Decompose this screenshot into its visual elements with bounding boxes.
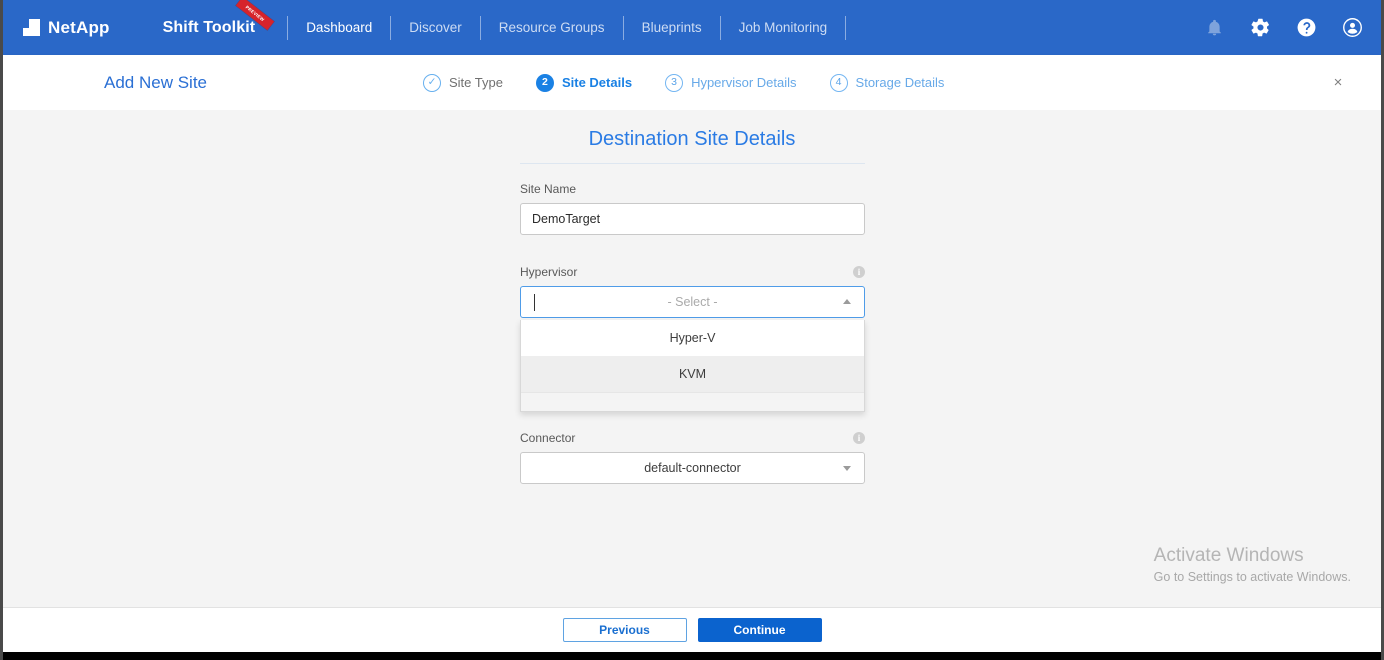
netapp-wordmark: NetApp (48, 17, 110, 37)
app-window: NetApp Shift Toolkit PREVIEW Dashboard D… (0, 0, 1384, 660)
nav-link-blueprints[interactable]: Blueprints (638, 18, 706, 37)
dropdown-option-hyper-v[interactable]: Hyper-V (521, 320, 864, 356)
form-title: Destination Site Details (588, 128, 796, 150)
top-navigation-bar: NetApp Shift Toolkit PREVIEW Dashboard D… (3, 0, 1381, 55)
nav-divider (390, 15, 392, 40)
bell-icon[interactable] (1203, 17, 1225, 39)
wizard-step-site-type[interactable]: ✓ Site Type (423, 73, 503, 92)
wizard-step-site-details[interactable]: 2 Site Details (535, 73, 633, 92)
site-name-value: DemoTarget (532, 212, 601, 226)
hypervisor-dropdown-menu: Hyper-V KVM (520, 320, 865, 412)
continue-button[interactable]: Continue (697, 618, 822, 642)
nav-icon-group (1203, 17, 1363, 39)
watermark-title: Activate Windows (1153, 545, 1304, 566)
form-divider (520, 163, 865, 164)
wizard-header: Add New Site ✓ Site Type 2 Site Details … (3, 55, 1381, 110)
step-marker-number: 3 (665, 73, 684, 92)
wizard-step-storage-details[interactable]: 4 Storage Details (829, 73, 945, 92)
nav-link-dashboard[interactable]: Dashboard (302, 18, 376, 37)
hypervisor-select[interactable]: - Select - (520, 286, 865, 318)
hypervisor-placeholder: - Select - (667, 295, 718, 309)
page-title: Add New Site (104, 72, 207, 92)
wizard-step-hypervisor-details[interactable]: 3 Hypervisor Details (665, 73, 797, 92)
watermark-subtitle: Go to Settings to activate Windows. (1153, 570, 1351, 584)
chevron-up-icon[interactable] (843, 299, 851, 304)
hypervisor-label: Hypervisor (520, 265, 578, 279)
wizard-stepper: ✓ Site Type 2 Site Details 3 Hypervisor … (423, 73, 945, 92)
wizard-step-label: Storage Details (855, 75, 945, 90)
windows-activation-watermark: Activate Windows Go to Settings to activ… (1154, 544, 1351, 586)
nav-link-job-monitoring[interactable]: Job Monitoring (735, 18, 832, 37)
wizard-step-label: Site Type (449, 75, 503, 90)
product-title: Shift Toolkit PREVIEW (162, 0, 275, 37)
field-connector: Connector i default-connector (520, 431, 865, 484)
nav-divider (719, 15, 721, 40)
connector-select[interactable]: default-connector (520, 452, 865, 484)
account-icon[interactable] (1341, 17, 1363, 39)
gear-icon[interactable] (1249, 17, 1271, 39)
wizard-footer: Previous Continue (3, 607, 1381, 652)
step-marker-number: 2 (535, 73, 554, 92)
site-name-input[interactable]: DemoTarget (520, 203, 865, 235)
field-site-name: Site Name DemoTarget (520, 182, 865, 235)
dropdown-option-kvm[interactable]: KVM (521, 356, 864, 392)
step-marker-check-icon: ✓ (423, 73, 441, 92)
form-content-area: Destination Site Details Site Name DemoT… (3, 110, 1381, 608)
nav-link-discover[interactable]: Discover (405, 18, 466, 37)
connector-value: default-connector (644, 461, 741, 475)
wizard-step-label: Hypervisor Details (691, 75, 797, 90)
nav-divider (479, 15, 481, 40)
site-name-label: Site Name (520, 182, 577, 196)
connector-label: Connector (520, 431, 576, 445)
nav-link-resource-groups[interactable]: Resource Groups (495, 18, 609, 37)
netapp-mark-icon (23, 19, 40, 36)
chevron-down-icon[interactable] (843, 466, 851, 471)
step-marker-number: 4 (829, 73, 848, 92)
field-hypervisor: Hypervisor i - Select - (520, 265, 865, 318)
wizard-step-label: Site Details (561, 75, 633, 90)
nav-divider (287, 15, 289, 40)
hypervisor-info-icon[interactable]: i (853, 266, 865, 278)
help-icon[interactable] (1295, 17, 1317, 39)
nav-divider (622, 15, 624, 40)
dropdown-footer (521, 392, 864, 411)
nav-links: Dashboard Discover Resource Groups Bluep… (302, 15, 860, 40)
product-title-label: Shift Toolkit (162, 18, 256, 36)
netapp-logo[interactable]: NetApp (23, 18, 110, 38)
close-icon[interactable]: × (1328, 73, 1348, 93)
bottom-black-bar (3, 652, 1381, 660)
connector-info-icon[interactable]: i (853, 432, 865, 444)
nav-divider (845, 15, 847, 40)
previous-button[interactable]: Previous (562, 618, 687, 642)
